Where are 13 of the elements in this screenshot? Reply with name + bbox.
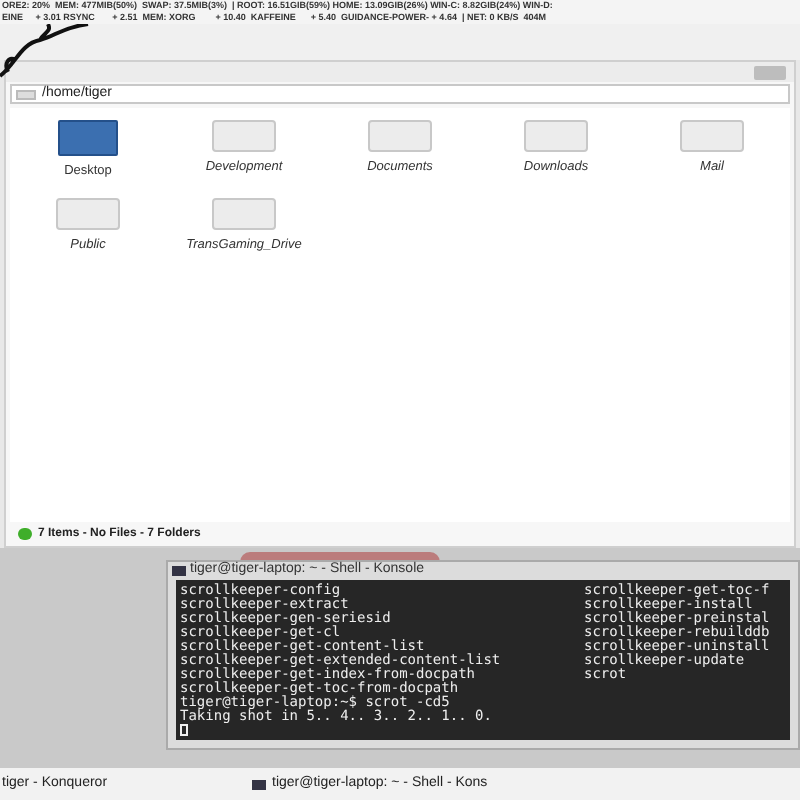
window-button[interactable] — [754, 65, 786, 79]
desktop-icon — [58, 120, 118, 156]
folder-icon — [16, 89, 36, 99]
terminal-icon — [252, 779, 266, 789]
terminal-cursor — [180, 724, 188, 736]
folder-icon — [680, 120, 744, 152]
status-icon — [18, 528, 32, 540]
terminal-icon — [172, 566, 186, 576]
folder-icon — [368, 120, 432, 152]
folder-icon — [524, 120, 588, 152]
folder-icon — [212, 197, 276, 230]
folder-icon — [56, 197, 120, 230]
folder-icon — [212, 120, 276, 152]
